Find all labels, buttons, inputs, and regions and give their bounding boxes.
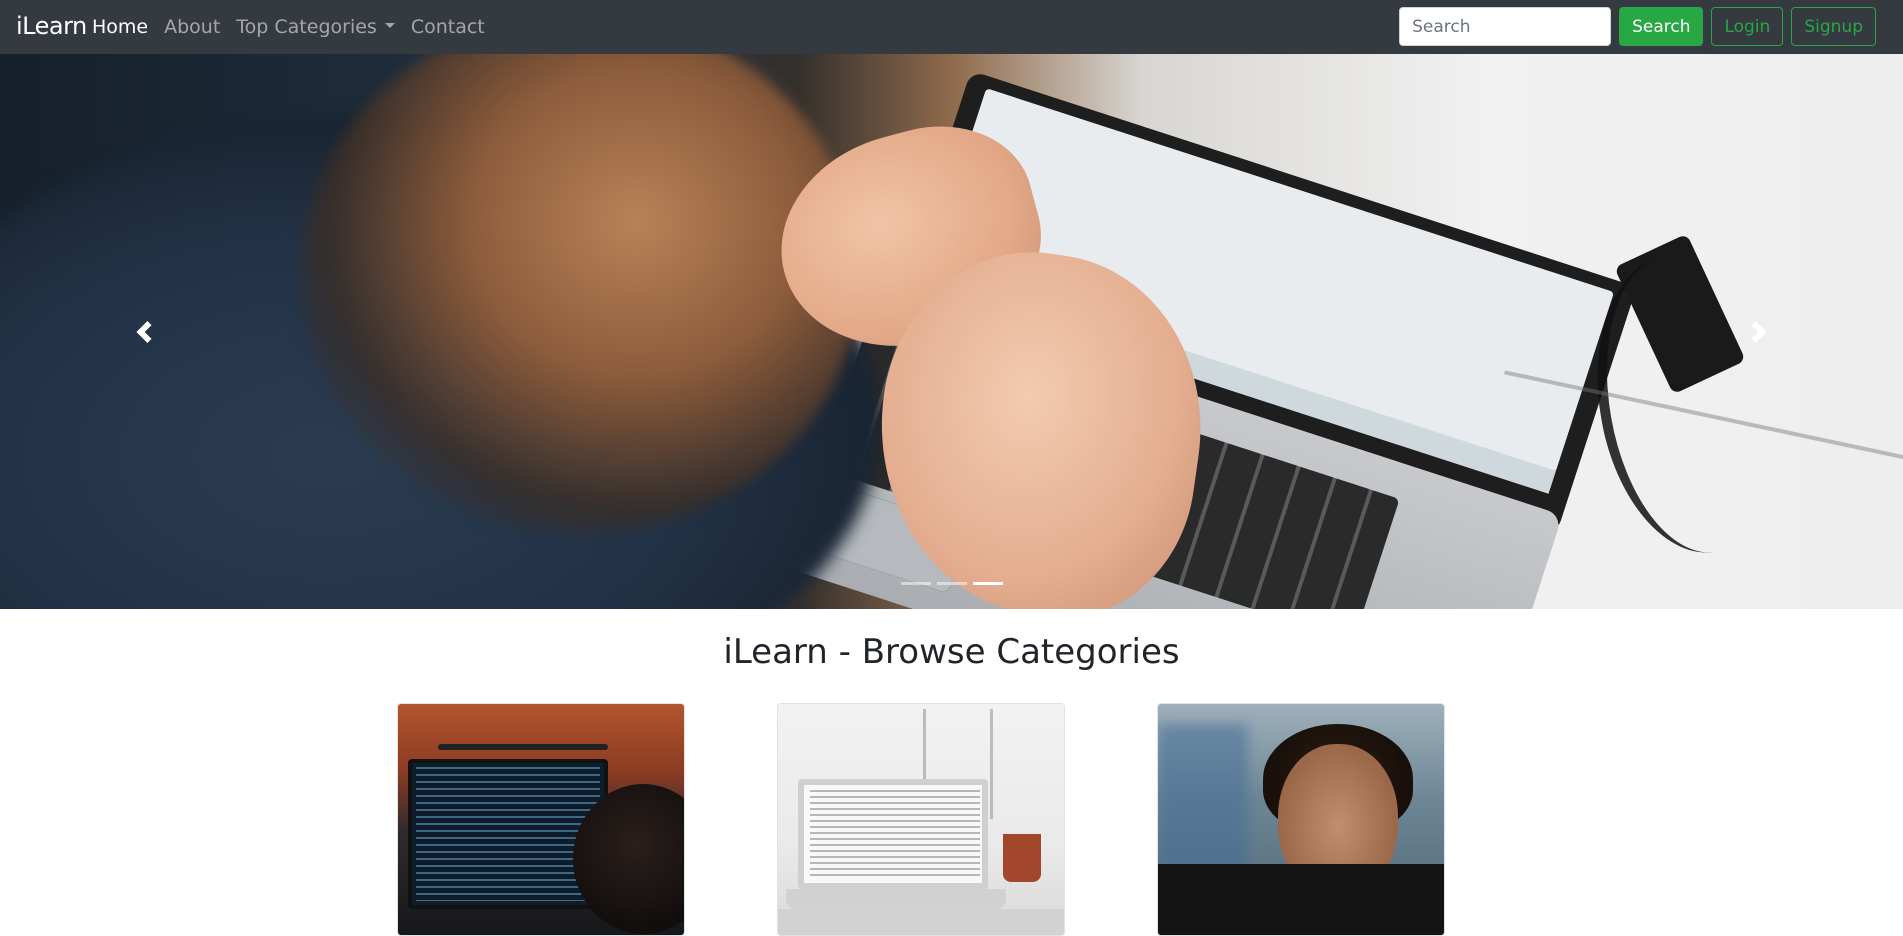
nav-dropdown-top-categories[interactable]: Top Categories	[228, 16, 403, 38]
nav-links: Home About Top Categories Contact	[84, 0, 493, 54]
nav-link-contact[interactable]: Contact	[403, 16, 493, 38]
category-card[interactable]	[397, 703, 685, 936]
search-button[interactable]: Search	[1619, 7, 1704, 46]
carousel-slide-image	[0, 54, 1903, 609]
card-image	[1158, 704, 1444, 935]
caret-down-icon	[384, 23, 395, 28]
category-card[interactable]	[1157, 703, 1445, 936]
carousel-indicator-2[interactable]	[936, 582, 967, 585]
category-cards	[397, 703, 1447, 936]
login-button[interactable]: Login	[1711, 7, 1784, 46]
carousel-prev-button[interactable]	[124, 312, 164, 352]
chevron-left-icon	[136, 320, 152, 343]
category-card[interactable]	[777, 703, 1065, 936]
brand-logo[interactable]: iLearn	[16, 12, 87, 40]
carousel-indicator-1[interactable]	[900, 582, 931, 585]
navbar: iLearn Home About Top Categories Contact…	[0, 0, 1903, 54]
carousel-next-button[interactable]	[1739, 312, 1779, 352]
hero-carousel	[0, 54, 1903, 609]
nav-link-home[interactable]: Home	[84, 16, 156, 38]
nav-actions: Search Login Signup	[1399, 7, 1876, 46]
nav-dropdown-label: Top Categories	[236, 16, 377, 38]
card-image	[778, 704, 1064, 935]
carousel-indicators	[900, 582, 1003, 585]
signup-button[interactable]: Signup	[1791, 7, 1876, 46]
card-image	[398, 704, 684, 935]
page-title: iLearn - Browse Categories	[723, 632, 1180, 672]
nav-link-about[interactable]: About	[156, 16, 228, 38]
carousel-indicator-3[interactable]	[972, 582, 1003, 585]
search-input[interactable]	[1399, 7, 1612, 46]
chevron-right-icon	[1751, 320, 1767, 343]
